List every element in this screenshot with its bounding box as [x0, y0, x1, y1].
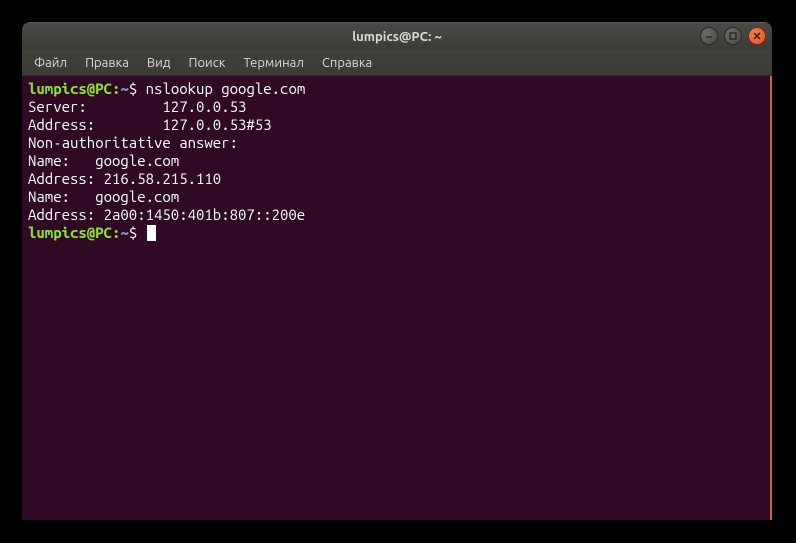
output-line: Name: google.com [28, 152, 766, 170]
menu-view[interactable]: Вид [139, 53, 179, 73]
terminal-window: lumpics@PC: ~ Файл Правка Вид Поиск Терм… [22, 22, 772, 520]
menu-help[interactable]: Справка [314, 53, 380, 73]
output-line: Address: 2a00:1450:401b:807::200e [28, 206, 766, 224]
maximize-button[interactable] [724, 27, 742, 45]
output-line: Non-authoritative answer: [28, 134, 766, 152]
menu-search[interactable]: Поиск [180, 53, 233, 73]
menu-file[interactable]: Файл [26, 53, 75, 73]
prompt-dollar: $ [129, 80, 137, 97]
output-line: Name: google.com [28, 188, 766, 206]
menu-edit[interactable]: Правка [77, 53, 137, 73]
window-controls [700, 27, 766, 45]
prompt-path: ~ [120, 224, 128, 241]
minimize-icon [704, 31, 714, 41]
prompt-line-1: lumpics@PC:~$ nslookup google.com [28, 80, 766, 98]
cursor [147, 225, 156, 241]
menu-terminal[interactable]: Терминал [235, 53, 311, 73]
prompt-line-2: lumpics@PC:~$ [28, 224, 766, 242]
window-title: lumpics@PC: ~ [22, 30, 772, 44]
terminal-body[interactable]: lumpics@PC:~$ nslookup google.comServer:… [22, 76, 772, 520]
command-text: nslookup google.com [146, 80, 306, 97]
prompt-path: ~ [120, 80, 128, 97]
prompt-dollar: $ [129, 224, 137, 241]
maximize-icon [728, 31, 738, 41]
output-line: Address: 127.0.0.53#53 [28, 116, 766, 134]
close-icon [752, 31, 762, 41]
close-button[interactable] [748, 27, 766, 45]
prompt-user-host: lumpics@PC [28, 80, 112, 97]
minimize-button[interactable] [700, 27, 718, 45]
titlebar[interactable]: lumpics@PC: ~ [22, 22, 772, 50]
output-line: Address: 216.58.215.110 [28, 170, 766, 188]
prompt-user-host: lumpics@PC [28, 224, 112, 241]
menubar: Файл Правка Вид Поиск Терминал Справка [22, 50, 772, 76]
output-line: Server: 127.0.0.53 [28, 98, 766, 116]
